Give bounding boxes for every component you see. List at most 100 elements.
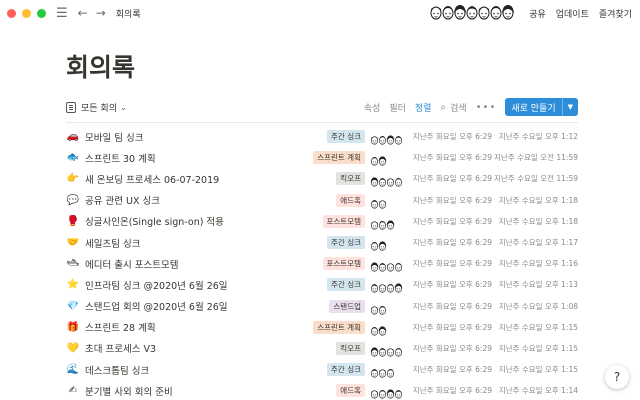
row-title[interactable]: 스프린트 30 계획 [85, 151, 156, 165]
attendees-avatars [370, 279, 406, 294]
attendees-avatars [370, 343, 406, 357]
chevron-down-icon[interactable]: ⌄ [120, 103, 127, 112]
attendee-avatar [378, 322, 387, 336]
row-title[interactable]: 스프린트 28 계획 [85, 320, 156, 334]
search-icon[interactable]: ⌕ [440, 102, 446, 113]
created-time: 지난주 화요일 오후 6:29 [412, 322, 492, 332]
table-row[interactable]: 🚗 모바일 팀 싱크 주간 싱크 지난주 화요일 오후 6:29 지난주 수요일 오후 … [66, 126, 578, 147]
attendee-avatar [394, 343, 403, 357]
created-time: 지난주 화요일 오후 6:29 [412, 365, 492, 375]
forward-arrow-icon[interactable]: → [96, 6, 106, 20]
attendee-avatar [394, 279, 403, 294]
attendee-avatar [386, 216, 395, 230]
created-time: 지난주 화요일 오후 6:29 [412, 153, 492, 163]
edited-time: 지난주 수요일 오후 1:15 [498, 343, 578, 353]
attendees-avatars [370, 131, 406, 145]
created-time: 지난주 화요일 오후 6:29 [412, 195, 492, 205]
meeting-list: 🚗 모바일 팀 싱크 주간 싱크 지난주 화요일 오후 6:29 지난주 수요일 오후 … [66, 126, 578, 400]
table-row[interactable]: 🌊 데스크톱팀 싱크 주간 싱크 지난주 화요일 오후 6:29 지난주 수요일 오후 … [66, 359, 578, 380]
table-row[interactable]: 💬 공유 관련 UX 싱크 애드혹 지난주 화요일 오후 6:29 지난주 수요일 오후… [66, 190, 578, 211]
type-tag: 주간 싱크 [327, 130, 365, 144]
properties-button[interactable]: 속성 [364, 101, 381, 114]
row-title[interactable]: 새 온보딩 프로세스 06-07-2019 [85, 172, 219, 186]
row-properties: 애드혹 지난주 화요일 오후 6:29 지난주 수요일 오후 1:14 [336, 380, 578, 400]
zoom-window-button[interactable] [37, 8, 46, 18]
page-emoji-icon: ✍ [68, 385, 78, 397]
page-emoji-icon: 💛 [66, 342, 80, 354]
attendee-avatar [394, 258, 403, 272]
type-tag: 포스트모템 [322, 257, 365, 271]
row-title[interactable]: 스탠드업 회의 @2020년 6월 26일 [85, 299, 228, 313]
close-window-button[interactable] [7, 8, 16, 18]
table-row[interactable]: ✍ 분기별 사외 회의 준비 애드혹 지난주 화요일 오후 6:29 지난주 수요일 오… [66, 380, 578, 400]
breadcrumb[interactable]: 회의록 [116, 7, 141, 20]
type-tag: 스프린트 계획 [313, 151, 365, 165]
help-button[interactable]: ? [605, 365, 629, 389]
row-title[interactable]: 데스크톱팀 싱크 [85, 363, 149, 377]
page-emoji-icon: 💎 [66, 300, 80, 312]
edited-time: 지난주 수요일 오후 1:13 [498, 280, 578, 290]
table-row[interactable]: 👉 새 온보딩 프로세스 06-07-2019 킥오프 지난주 화요일 오후 6:29… [66, 168, 578, 189]
database-toolbar: 모든 회의 ⌄ 속성 필터 정렬 ⌕ 검색 ••• 새로 만들기 ▼ [66, 96, 578, 118]
type-tag: 애드혹 [336, 384, 365, 398]
view-selector[interactable]: 모든 회의 [81, 101, 117, 114]
table-row[interactable]: 🤝 세일즈팀 싱크 주간 싱크 지난주 화요일 오후 6:29 지난주 수요일 오후 1… [66, 232, 578, 253]
titlebar-actions: 공유 업데이트 즐겨찾기 [430, 0, 632, 26]
type-tag: 주간 싱크 [327, 236, 365, 250]
row-title[interactable]: 인프라팀 싱크 @2020년 6월 26일 [85, 278, 228, 292]
table-row[interactable]: 🐟 스프린트 30 계획 스프린트 계획 지난주 화요일 오후 6:29 지난주 수요일… [66, 147, 578, 168]
share-button[interactable]: 공유 [529, 7, 546, 20]
list-view-icon [66, 101, 76, 113]
new-page-button[interactable]: 새로 만들기 [505, 98, 561, 116]
type-tag: 주간 싱크 [327, 278, 365, 292]
search-button[interactable]: 검색 [450, 101, 467, 114]
page-title: 회의록 [66, 53, 136, 82]
updates-button[interactable]: 업데이트 [556, 7, 589, 20]
created-time: 지난주 화요일 오후 6:29 [412, 259, 492, 269]
created-time: 지난주 화요일 오후 6:29 [412, 280, 492, 290]
row-properties: 킥오프 지난주 화요일 오후 6:29 지난주 수요일 오전 11:59 [336, 168, 578, 189]
table-row[interactable]: ⭐ 인프라팀 싱크 @2020년 6월 26일 주간 싱크 지난주 화요일 오후 6:… [66, 274, 578, 295]
attendee-avatar [378, 237, 387, 251]
sidebar-menu-icon[interactable]: ☰ [56, 7, 68, 20]
minimize-window-button[interactable] [22, 8, 31, 18]
edited-time: 지난주 수요일 오후 1:16 [498, 259, 578, 269]
attendee-avatar [378, 301, 387, 315]
row-properties: 주간 싱크 지난주 화요일 오후 6:29 지난주 수요일 오후 1:13 [327, 274, 578, 295]
attendees-avatars [370, 322, 406, 336]
row-title[interactable]: 분기별 사외 회의 준비 [85, 384, 173, 398]
row-properties: 스프린트 계획 지난주 화요일 오후 6:29 지난주 수요일 오전 11:59 [313, 147, 578, 168]
row-title[interactable]: 초대 프로세스 V3 [85, 341, 156, 355]
row-title[interactable]: 세일즈팀 싱크 [85, 236, 140, 250]
edited-time: 지난주 수요일 오후 1:18 [498, 195, 578, 205]
new-options-chevron-icon[interactable]: ▼ [561, 98, 578, 116]
row-properties: 포스트모템 지난주 화요일 오후 6:29 지난주 수요일 오후 1:16 [322, 253, 578, 274]
attendee-avatar [394, 173, 403, 188]
table-row[interactable]: 💎 스탠드업 회의 @2020년 6월 26일 스탠드업 지난주 화요일 오후 6:2… [66, 296, 578, 317]
table-row[interactable]: 🎁 스프린트 28 계획 스프린트 계획 지난주 화요일 오후 6:29 지난주 수요일… [66, 317, 578, 338]
table-row[interactable]: 💛 초대 프로세스 V3 킥오프 지난주 화요일 오후 6:29 지난주 수요일 오후 … [66, 338, 578, 359]
type-tag: 킥오프 [336, 172, 365, 186]
collaborator-avatar [501, 5, 515, 21]
page-emoji-icon: 🚗 [66, 131, 80, 143]
row-properties: 주간 싱크 지난주 화요일 오후 6:29 지난주 수요일 오후 1:12 [327, 126, 578, 147]
back-arrow-icon[interactable]: ← [78, 6, 88, 20]
attendee-avatar [394, 131, 403, 145]
more-options-icon[interactable]: ••• [476, 102, 497, 113]
table-row[interactable]: 🛥 에디터 출시 포스트모템 포스트모템 지난주 화요일 오후 6:29 지난주 수요일… [66, 253, 578, 274]
sort-button[interactable]: 정렬 [415, 101, 432, 114]
favorite-button[interactable]: 즐겨찾기 [599, 7, 632, 20]
row-title[interactable]: 공유 관련 UX 싱크 [85, 193, 160, 207]
page-emoji-icon: 🛥 [66, 258, 80, 270]
row-title[interactable]: 싱글사인온(Single sign-on) 적용 [85, 214, 224, 228]
page-emoji-icon: 🌊 [66, 364, 80, 376]
row-title[interactable]: 모바일 팀 싱크 [85, 130, 143, 144]
collaborator-avatars[interactable] [430, 5, 515, 21]
title-bar: ☰ ← → 회의록 공유 업데이트 즐겨찾기 [0, 0, 640, 26]
row-properties: 스프린트 계획 지난주 화요일 오후 6:29 지난주 수요일 오후 1:15 [313, 317, 578, 338]
row-title[interactable]: 에디터 출시 포스트모템 [85, 257, 178, 271]
attendee-avatar [378, 152, 387, 166]
table-row[interactable]: 🥊 싱글사인온(Single sign-on) 적용 포스트모템 지난주 화요일 오후… [66, 211, 578, 232]
attendees-avatars [370, 385, 406, 400]
filter-button[interactable]: 필터 [389, 101, 406, 114]
